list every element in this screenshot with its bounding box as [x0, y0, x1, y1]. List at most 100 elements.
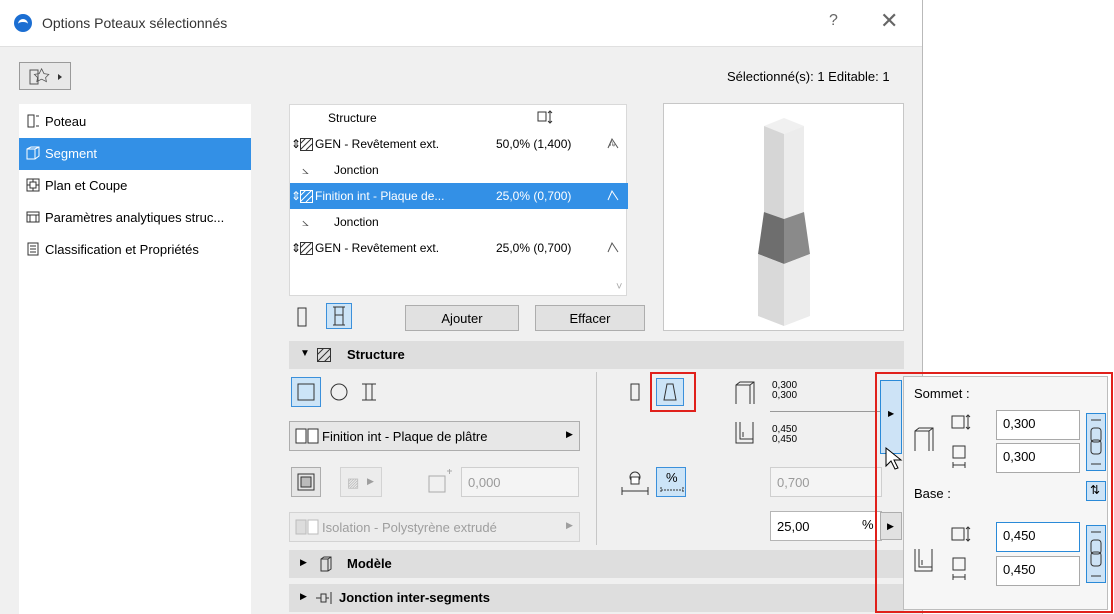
table-header: Structure	[290, 105, 628, 131]
dropdown-arrow-icon: ▶	[566, 520, 573, 530]
insulation-swatch-icon	[295, 519, 319, 535]
core-toggle[interactable]	[291, 467, 321, 497]
section-title: Structure	[347, 347, 405, 362]
percent-unit: %	[862, 517, 874, 532]
material-dropdown[interactable]: Finition int - Plaque de plâtre ▶	[289, 421, 580, 451]
insulation-dropdown[interactable]: Isolation - Polystyrène extrudé ▶	[289, 512, 580, 542]
junction-label: Jonction	[334, 215, 379, 229]
sidebar-item-label: Poteau	[45, 114, 87, 129]
divider	[770, 411, 880, 412]
profile-shape-icon[interactable]	[357, 380, 381, 404]
core-icon	[297, 473, 315, 491]
column-header-structure: Structure	[328, 111, 377, 125]
sidebar-item-label: Classification et Propriétés	[45, 242, 199, 257]
sidebar-item-poteau[interactable]: Poteau	[19, 106, 251, 138]
fixed-length-icon[interactable]	[620, 469, 650, 497]
sidebar: Poteau Segment Plan et Coupe Paramètres …	[19, 104, 251, 614]
segment-length-field[interactable]: 0,700	[770, 467, 882, 497]
delete-button[interactable]: Effacer	[535, 305, 645, 331]
section-structure-header[interactable]: ▼ Structure	[289, 341, 904, 369]
sidebar-item-segment[interactable]: Segment	[19, 138, 251, 170]
ruler-icon	[660, 487, 684, 493]
tapered-column-toggle[interactable]	[326, 303, 352, 329]
sidebar-item-label: Segment	[45, 146, 98, 161]
section-title: Modèle	[347, 556, 392, 571]
straight-segment-icon[interactable]	[625, 380, 645, 404]
sidebar-item-plan-coupe[interactable]: Plan et Coupe	[19, 170, 251, 202]
table-row-selected[interactable]: ⇕ Finition int - Plaque de... 25,0% (0,7…	[290, 183, 628, 209]
collapsed-arrow-icon: ▶	[300, 557, 307, 567]
segment-value: 50,0% (1,400)	[496, 137, 572, 151]
expand-arrow-icon: ▼	[300, 348, 310, 359]
segment-structure-table: Structure ⇕ GEN - Revêtement ext. 50,0% …	[289, 104, 628, 296]
archicad-logo-icon	[14, 14, 32, 32]
taper-icon[interactable]	[607, 189, 619, 201]
model-icon	[320, 556, 332, 572]
height-column-icon	[537, 110, 553, 124]
hatch-icon	[317, 348, 331, 362]
top-dimension-icon	[735, 381, 755, 404]
straight-column-toggle[interactable]	[291, 305, 317, 331]
straight-column-icon	[297, 307, 307, 327]
section-junction-header[interactable]: ▶ Jonction inter-segments	[289, 584, 904, 612]
help-button[interactable]: ?	[829, 12, 838, 30]
junction-icon: ⦣	[302, 215, 309, 229]
collapsed-arrow-icon: ▶	[300, 591, 307, 601]
core-thickness-field[interactable]: 0,000	[461, 467, 579, 497]
segment-value: 25,0% (0,700)	[496, 241, 572, 255]
top-dim-2: 0,300	[772, 390, 798, 401]
dropdown-arrow-icon: ▶	[566, 429, 573, 439]
section-title: Jonction inter-segments	[339, 590, 490, 605]
segment-icon	[26, 146, 40, 160]
3d-preview	[663, 103, 904, 331]
material-swatch-icon	[295, 428, 319, 444]
segment-name: Finition int - Plaque de...	[315, 189, 445, 203]
highlight-box	[875, 372, 1113, 613]
scroll-down-icon[interactable]: ˅	[616, 281, 622, 293]
add-button[interactable]: Ajouter	[405, 305, 519, 331]
dropdown-arrow-icon: ▶	[367, 476, 374, 486]
base-dim-2: 0,450	[772, 434, 798, 445]
segmented-column-icon	[333, 306, 345, 326]
analytic-icon	[26, 211, 40, 223]
highlight-box	[650, 372, 696, 412]
sidebar-item-analytic[interactable]: Paramètres analytiques struc...	[19, 202, 251, 234]
section-model-header[interactable]: ▶ Modèle	[289, 550, 904, 578]
sidebar-item-label: Plan et Coupe	[45, 178, 128, 193]
table-row[interactable]: ⦣ Jonction	[290, 157, 628, 183]
title-bar: Options Poteaux sélectionnés ? ✕	[0, 0, 922, 47]
segment-name: GEN - Revêtement ext.	[315, 137, 440, 151]
segment-name: GEN - Revêtement ext.	[315, 241, 440, 255]
table-row[interactable]: ⇕ GEN - Revêtement ext. 25,0% (0,700)	[290, 235, 628, 261]
insulation-value: Isolation - Polystyrène extrudé	[322, 520, 497, 535]
table-row[interactable]: ⦣ Jonction	[290, 209, 628, 235]
core-material-dropdown[interactable]: ▨ ▶	[340, 467, 382, 497]
selection-info: Sélectionné(s): 1 Editable: 1	[727, 69, 890, 84]
rectangular-shape-toggle[interactable]	[291, 377, 321, 407]
sidebar-item-classification[interactable]: Classification et Propriétés	[19, 234, 251, 266]
offset-icon	[428, 469, 452, 493]
divider	[596, 372, 597, 545]
table-row[interactable]: ⇕ GEN - Revêtement ext. 50,0% (1,400) ˄	[290, 131, 628, 157]
hatch-icon	[300, 190, 313, 203]
favorites-button[interactable]	[19, 62, 71, 90]
segment-value: 25,0% (0,700)	[496, 189, 572, 203]
material-value: Finition int - Plaque de plâtre	[322, 429, 488, 444]
percentage-toggle[interactable]: %	[656, 467, 686, 497]
properties-icon	[27, 242, 39, 256]
hatch-icon	[300, 242, 313, 255]
close-button[interactable]: ✕	[880, 8, 898, 34]
circular-shape-icon[interactable]	[327, 380, 351, 404]
junction-segments-icon	[316, 592, 332, 604]
sidebar-item-label: Paramètres analytiques struc...	[45, 210, 225, 225]
percent-icon: %	[666, 470, 678, 485]
taper-icon[interactable]	[607, 241, 619, 253]
junction-icon: ⦣	[302, 163, 309, 177]
taper-icon[interactable]	[607, 137, 619, 149]
junction-label: Jonction	[334, 163, 379, 177]
window-title: Options Poteaux sélectionnés	[42, 15, 228, 31]
column-preview-image	[758, 118, 810, 326]
rectangle-icon	[297, 383, 315, 401]
base-dimension-icon	[735, 422, 754, 444]
column-icon	[27, 114, 39, 128]
